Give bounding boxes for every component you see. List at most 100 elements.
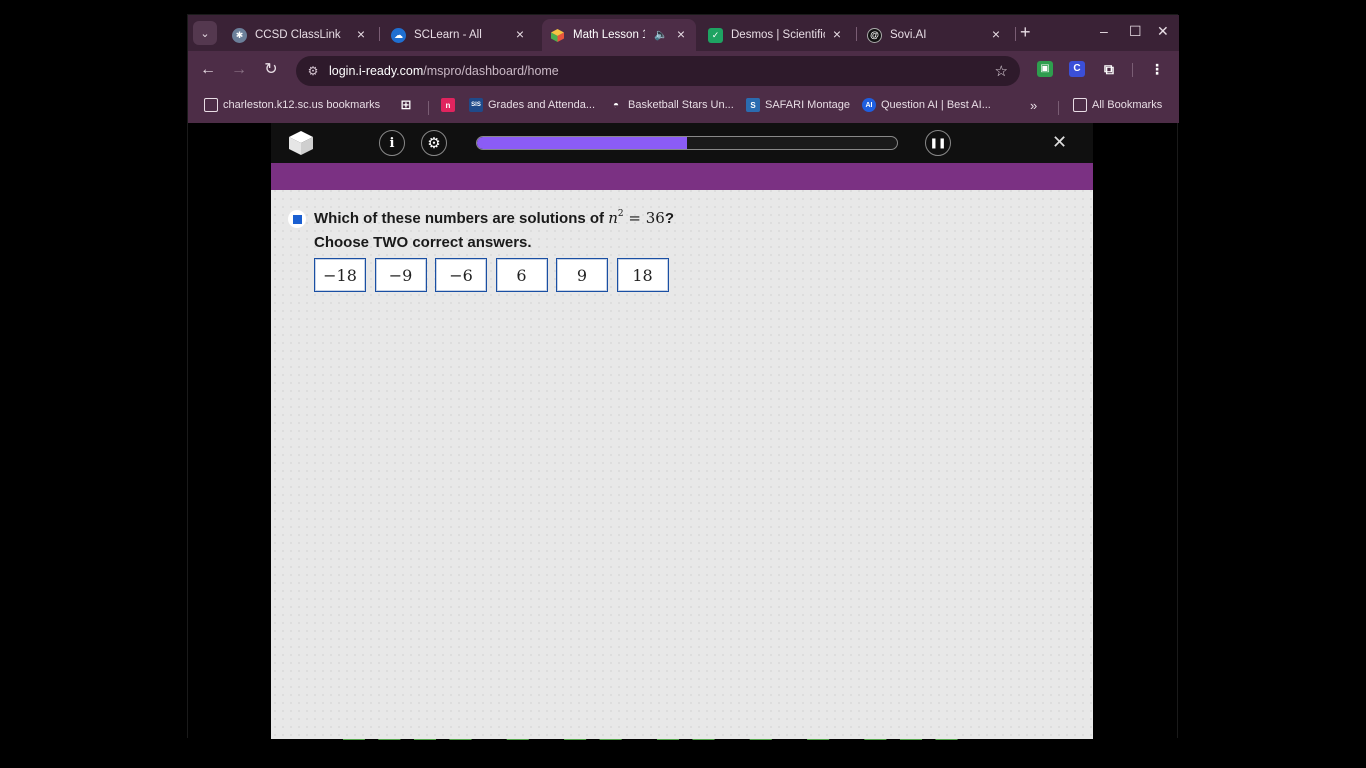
tab-title: CCSD ClassLink [255, 29, 341, 41]
pause-button[interactable]: ❚❚ [925, 130, 951, 156]
tab-desmos[interactable]: ✓ Desmos | Scientific × [700, 19, 852, 51]
iready-cube-logo-icon [288, 130, 314, 156]
gear-globe-icon: ✱ [232, 27, 247, 43]
tab-classlink[interactable]: ✱ CCSD ClassLink × [224, 19, 376, 51]
info-button[interactable]: i [379, 130, 405, 156]
bookmark-label: Basketball Stars Un... [628, 99, 734, 111]
n-logo-icon: n [441, 98, 455, 112]
answer-choice-9[interactable]: 9 [556, 258, 608, 292]
close-icon[interactable]: × [989, 27, 1003, 41]
tab-sclearn[interactable]: ☁ SCLearn - All × [383, 19, 535, 51]
url-host: login.i-ready.com [329, 64, 424, 78]
window-close-icon[interactable]: ✕ [1157, 24, 1169, 38]
answer-choice-neg6[interactable]: −6 [435, 258, 487, 292]
toolbar-divider [1132, 63, 1133, 77]
cube-icon [550, 28, 565, 43]
screenshot-extension-icon[interactable]: ▣ [1037, 61, 1053, 77]
lesson-top-bar: i ⚙ ❚❚ ✕ [271, 123, 1093, 163]
chevron-down-icon: ⌄ [200, 27, 210, 40]
question-ai-icon: AI [862, 98, 876, 112]
apps-grid-icon: ⊞ [400, 97, 412, 112]
url-path: /mspro/dashboard/home [423, 64, 559, 78]
address-bar[interactable]: ⚙ login.i-ready.com/mspro/dashboard/home… [296, 56, 1020, 86]
bookmark-apps[interactable]: ⊞ [399, 97, 418, 112]
bookmark-grades[interactable]: SIS Grades and Attenda... [469, 98, 595, 112]
tab-separator [856, 27, 857, 41]
close-icon[interactable]: × [830, 27, 844, 41]
bookmark-all[interactable]: All Bookmarks [1073, 98, 1162, 112]
lesson-close-button[interactable]: ✕ [1052, 132, 1067, 152]
question-suffix: ? [664, 210, 674, 227]
bookmark-n[interactable]: n [441, 98, 460, 112]
settings-button[interactable]: ⚙ [421, 130, 447, 156]
equation-variable: n [608, 209, 618, 227]
close-icon[interactable]: × [674, 27, 688, 41]
browser-toolbar: ← → ↻ ⚙ login.i-ready.com/mspro/dashboar… [188, 51, 1179, 89]
back-arrow-icon[interactable]: ← [198, 60, 218, 80]
lesson-frame: i ⚙ ❚❚ ✕ Which of these numbers are solu… [271, 123, 1093, 739]
question-prefix: Which of these numbers are solutions of [314, 210, 609, 227]
answer-choice-6[interactable]: 6 [495, 258, 548, 292]
cloud-icon: ☁ [391, 27, 406, 43]
safari-montage-icon: S [746, 98, 760, 112]
bookmark-managed-folder[interactable]: charleston.k12.sc.us bookmarks [204, 98, 380, 112]
close-icon[interactable]: × [513, 27, 527, 41]
gear-icon: ⚙ [427, 135, 441, 152]
tab-title: SCLearn - All [414, 29, 482, 41]
info-icon: i [389, 135, 395, 151]
answer-choice-neg9[interactable]: −9 [374, 258, 427, 292]
bookmark-label: All Bookmarks [1092, 99, 1163, 111]
reload-icon[interactable]: ↻ [261, 60, 281, 80]
bookmark-question-ai[interactable]: AI Question AI | Best AI... [862, 98, 991, 112]
new-tab-icon[interactable]: + [1020, 23, 1031, 41]
bookmark-star-icon[interactable]: ☆ [995, 62, 1008, 80]
sunglasses-icon: ◓ [612, 99, 620, 111]
question-instructions: Choose TWO correct answers. [314, 234, 532, 251]
lesson-progress-bar [476, 136, 898, 150]
answer-choice-18[interactable]: 18 [616, 258, 669, 292]
more-bookmarks-icon[interactable]: » [1030, 98, 1037, 113]
sis-icon: SIS [469, 98, 483, 112]
check-icon: ✓ [708, 27, 723, 43]
lesson-progress-fill [477, 137, 687, 149]
bookmark-separator [1058, 101, 1059, 115]
bookmark-label: Grades and Attenda... [488, 99, 596, 111]
equation-rest: = 36 [623, 209, 665, 227]
answer-choices: −18 −9 −6 6 9 18 [314, 258, 677, 292]
bookmark-label: SAFARI Montage [765, 99, 850, 111]
bookmark-safari-montage[interactable]: S SAFARI Montage [746, 98, 850, 112]
answer-choice-neg18[interactable]: −18 [314, 258, 366, 292]
puzzle-extensions-icon[interactable]: ⧉ [1101, 61, 1117, 77]
pause-icon: ❚❚ [929, 137, 947, 149]
speaker-icon[interactable]: 🔈 [654, 28, 668, 41]
tab-title: Desmos | Scientific [731, 29, 825, 41]
forward-arrow-icon[interactable]: → [229, 60, 249, 80]
tab-separator [1015, 27, 1016, 41]
bookmarks-bar: charleston.k12.sc.us bookmarks ⊞ n SIS G… [188, 89, 1179, 123]
page-viewport: ▆▆▆▆ ▆ ▆▆ ▆▆ ▆ ▆ ▆▆▆ i ⚙ ❚❚ ✕ Which of t… [188, 123, 1177, 740]
folder-icon [1073, 98, 1087, 112]
c-extension-icon[interactable]: C [1069, 61, 1085, 77]
maximize-icon[interactable]: ☐ [1129, 24, 1142, 38]
tab-title: Math Lesson 1... [573, 29, 645, 41]
kebab-menu-icon[interactable]: ⋮ [1149, 61, 1165, 77]
managed-folder-icon [204, 98, 218, 112]
close-icon: ✕ [1052, 132, 1068, 152]
tab-title: Sovi.AI [890, 29, 927, 41]
equation: n2 = 36 [608, 209, 665, 227]
tab-math-lesson[interactable]: Math Lesson 1... 🔈 × [542, 19, 696, 51]
lesson-header-band [271, 163, 1093, 190]
bookmark-basketball[interactable]: ◓ Basketball Stars Un... [609, 98, 734, 112]
minimize-icon[interactable]: – [1100, 24, 1108, 38]
tab-separator [379, 27, 380, 41]
tab-strip: ⌄ ✱ CCSD ClassLink × ☁ SCLearn - All × M… [188, 15, 1179, 51]
tab-search-button[interactable]: ⌄ [193, 21, 217, 45]
tab-sovi[interactable]: @ Sovi.AI × [859, 19, 1011, 51]
question-text: Which of these numbers are solutions of … [314, 209, 674, 227]
spiral-icon: @ [867, 27, 882, 43]
bookmark-label: charleston.k12.sc.us bookmarks [223, 99, 381, 111]
browser-window: ⌄ ✱ CCSD ClassLink × ☁ SCLearn - All × M… [187, 14, 1179, 740]
close-icon[interactable]: × [354, 27, 368, 41]
bookmark-separator [428, 101, 429, 115]
site-settings-icon[interactable]: ⚙ [305, 63, 321, 79]
